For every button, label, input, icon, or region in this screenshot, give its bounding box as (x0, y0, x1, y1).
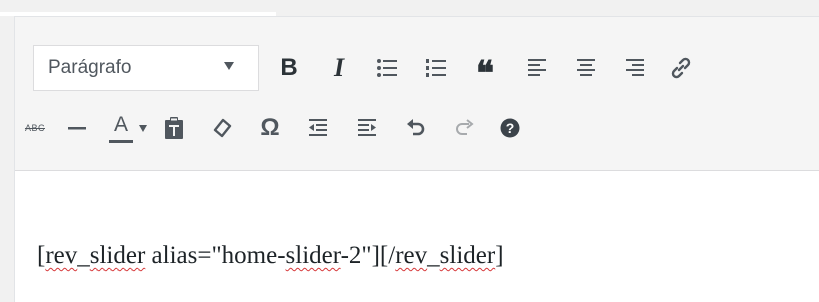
blockquote-icon: ❝ (475, 54, 495, 94)
align-center-icon (577, 59, 595, 76)
align-left-button[interactable] (519, 49, 555, 87)
caret-down-icon (139, 124, 147, 132)
classic-editor: Parágrafo B I ❝ ABC A Ω ? [rev_slider al… (14, 16, 819, 302)
numbered-list-button[interactable] (418, 49, 454, 87)
editor-toolbar: Parágrafo B I ❝ ABC A Ω ? (15, 17, 819, 171)
indent-icon (358, 119, 376, 136)
italic-icon: I (333, 53, 345, 82)
help-icon: ? (500, 118, 520, 138)
redo-icon (456, 119, 474, 135)
eraser-icon (213, 118, 232, 138)
text-color-button[interactable]: A (107, 109, 135, 147)
bullet-list-button[interactable] (369, 49, 405, 87)
content-text: _ (427, 242, 440, 269)
link-icon (671, 57, 691, 79)
clipboard-icon (165, 117, 183, 139)
misspelled-word: slider (89, 242, 146, 269)
omega-icon: Ω (260, 114, 280, 141)
bullet-list-icon (377, 59, 397, 77)
strikethrough-button[interactable]: ABC (17, 109, 53, 147)
misspelled-word: rev (395, 242, 428, 269)
align-right-icon (626, 59, 644, 76)
format-select-value: Parágrafo (48, 57, 132, 78)
undo-button[interactable] (398, 109, 434, 147)
strikethrough-icon: ABC (24, 123, 45, 133)
format-select[interactable]: Parágrafo (33, 45, 259, 91)
toolbar-row-1: Parágrafo B I ❝ (15, 45, 819, 91)
special-character-button[interactable]: Ω (252, 109, 288, 147)
misspelled-word: slider (285, 242, 341, 269)
italic-button[interactable]: I (321, 49, 357, 87)
content-text: alias="home- (145, 242, 286, 269)
text-color-letter: A (113, 113, 128, 136)
insert-link-button[interactable] (663, 49, 699, 87)
blockquote-button[interactable]: ❝ (467, 49, 503, 91)
toolbar-row-2: ABC A Ω ? (15, 105, 819, 151)
content-text: ] (495, 242, 504, 269)
content-text: -2"][/ (340, 242, 396, 269)
misspelled-word: rev (45, 242, 78, 269)
redo-button[interactable] (446, 109, 482, 147)
paste-as-text-button[interactable] (156, 109, 192, 147)
misspelled-word: slider (439, 242, 496, 269)
align-center-button[interactable] (568, 49, 604, 87)
align-left-icon (528, 59, 546, 76)
bold-icon: B (280, 54, 298, 81)
indent-button[interactable] (349, 109, 385, 147)
undo-icon (407, 119, 425, 136)
outdent-icon (309, 119, 327, 136)
content-text: _ (77, 242, 90, 269)
editor-content[interactable]: [rev_slider alias="home-slider-2"][/rev_… (37, 242, 504, 270)
align-right-button[interactable] (617, 49, 653, 87)
horizontal-line-button[interactable] (59, 109, 95, 147)
text-color-dropdown-button[interactable] (135, 109, 151, 147)
clear-formatting-button[interactable] (204, 109, 240, 147)
numbered-list-icon (426, 59, 446, 77)
svg-text:?: ? (506, 120, 515, 136)
outdent-button[interactable] (300, 109, 336, 147)
horizontal-line-icon (68, 127, 86, 130)
caret-down-icon (224, 62, 234, 70)
help-button[interactable]: ? (492, 109, 528, 147)
text-color-icon: A (109, 113, 133, 143)
bold-button[interactable]: B (271, 49, 307, 87)
text-color-swatch (109, 140, 133, 143)
